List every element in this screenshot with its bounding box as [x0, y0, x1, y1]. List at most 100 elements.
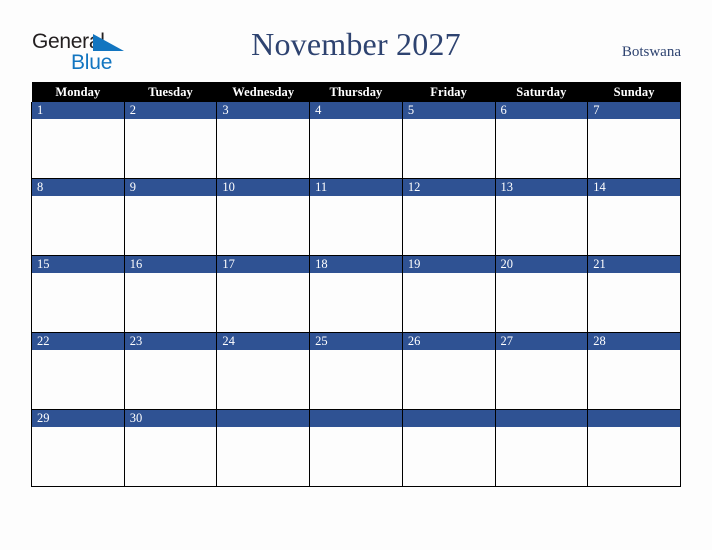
calendar-day-cell[interactable]: 28 — [587, 332, 681, 410]
day-note-area[interactable] — [495, 196, 588, 255]
day-note-area[interactable] — [588, 273, 680, 332]
calendar-day-cell[interactable]: 15 — [31, 255, 125, 333]
calendar-day-cell[interactable]: 23 — [123, 332, 218, 410]
day-number: 5 — [402, 102, 495, 119]
day-note-area[interactable] — [402, 196, 495, 255]
calendar-day-cell[interactable]: 2 — [123, 102, 218, 179]
day-note-area[interactable] — [310, 196, 402, 255]
day-header-monday: Monday — [31, 82, 125, 102]
day-note-area[interactable] — [32, 427, 124, 486]
day-number: 20 — [495, 256, 588, 273]
day-number: 13 — [495, 179, 588, 196]
calendar-day-cell[interactable]: 4 — [309, 102, 403, 179]
calendar-day-cell[interactable]: 14 — [587, 178, 681, 256]
day-note-area[interactable] — [495, 350, 588, 409]
calendar-day-cell[interactable]: 17 — [216, 255, 311, 333]
day-number: 15 — [32, 256, 124, 273]
day-note-area[interactable] — [217, 350, 310, 409]
day-header-tuesday: Tuesday — [124, 82, 217, 102]
day-note-area[interactable] — [124, 119, 217, 178]
day-number: 23 — [124, 333, 217, 350]
day-number: 10 — [217, 179, 310, 196]
calendar-day-cell[interactable]: 12 — [401, 178, 496, 256]
day-note-area[interactable] — [217, 427, 310, 486]
calendar-day-cell[interactable]: 19 — [401, 255, 496, 333]
day-note-area[interactable] — [124, 273, 217, 332]
day-note-area[interactable] — [402, 273, 495, 332]
day-number: 22 — [32, 333, 124, 350]
calendar-day-cell[interactable]: 16 — [123, 255, 218, 333]
calendar-day-cell[interactable]: 7 — [587, 102, 681, 179]
day-note-area[interactable] — [124, 196, 217, 255]
calendar-day-cell-empty[interactable] — [494, 409, 589, 487]
calendar-day-cell-empty[interactable] — [309, 409, 403, 487]
day-note-area[interactable] — [495, 119, 588, 178]
day-note-area[interactable] — [124, 350, 217, 409]
country-label: Botswana — [621, 44, 681, 60]
day-number: 14 — [588, 179, 680, 196]
calendar-day-cell[interactable]: 25 — [309, 332, 403, 410]
calendar-day-cell[interactable]: 29 — [31, 409, 125, 487]
calendar-header-row: Monday Tuesday Wednesday Thursday Friday… — [31, 82, 681, 102]
day-number: 4 — [310, 102, 402, 119]
day-header-wednesday: Wednesday — [216, 82, 310, 102]
day-note-area[interactable] — [217, 273, 310, 332]
day-note-area[interactable] — [588, 427, 680, 486]
day-note-area[interactable] — [495, 427, 588, 486]
day-number: 8 — [32, 179, 124, 196]
page-header: General Blue November 2027 Botswana — [0, 0, 712, 82]
day-note-area[interactable] — [495, 273, 588, 332]
day-note-area[interactable] — [402, 350, 495, 409]
calendar-day-cell[interactable]: 27 — [494, 332, 589, 410]
day-number: 18 — [310, 256, 402, 273]
calendar-day-cell[interactable]: 11 — [309, 178, 403, 256]
day-number: 29 — [32, 410, 124, 427]
calendar-day-cell[interactable]: 3 — [216, 102, 311, 179]
day-note-area[interactable] — [32, 350, 124, 409]
calendar-day-cell[interactable]: 8 — [31, 178, 125, 256]
day-note-area[interactable] — [310, 427, 402, 486]
calendar-day-cell[interactable]: 6 — [494, 102, 589, 179]
day-number: 28 — [588, 333, 680, 350]
calendar-day-cell[interactable]: 18 — [309, 255, 403, 333]
day-note-area[interactable] — [310, 350, 402, 409]
day-number: 9 — [124, 179, 217, 196]
day-note-area[interactable] — [32, 273, 124, 332]
calendar-day-cell[interactable]: 1 — [31, 102, 125, 179]
calendar-day-cell[interactable]: 20 — [494, 255, 589, 333]
day-header-sunday: Sunday — [587, 82, 681, 102]
day-note-area[interactable] — [32, 119, 124, 178]
calendar-day-cell[interactable]: 13 — [494, 178, 589, 256]
calendar-week-row: 22 23 24 25 26 27 28 — [31, 332, 681, 410]
calendar-day-cell[interactable]: 5 — [401, 102, 496, 179]
day-number: 21 — [588, 256, 680, 273]
day-header-saturday: Saturday — [495, 82, 588, 102]
calendar-week-row: 1 2 3 4 5 6 7 — [31, 102, 681, 179]
day-note-area[interactable] — [588, 350, 680, 409]
day-note-area[interactable] — [217, 119, 310, 178]
calendar-day-cell[interactable]: 9 — [123, 178, 218, 256]
calendar-day-cell[interactable]: 10 — [216, 178, 311, 256]
calendar-day-cell[interactable]: 22 — [31, 332, 125, 410]
calendar-day-cell[interactable]: 30 — [123, 409, 218, 487]
day-note-area[interactable] — [310, 119, 402, 178]
day-note-area[interactable] — [310, 273, 402, 332]
day-note-area[interactable] — [588, 119, 680, 178]
day-note-area[interactable] — [32, 196, 124, 255]
day-number: 19 — [402, 256, 495, 273]
day-number: 26 — [402, 333, 495, 350]
day-note-area[interactable] — [402, 119, 495, 178]
calendar-day-cell-empty[interactable] — [401, 409, 496, 487]
calendar-grid: Monday Tuesday Wednesday Thursday Friday… — [31, 82, 681, 487]
day-note-area[interactable] — [124, 427, 217, 486]
day-number: 12 — [402, 179, 495, 196]
day-note-area[interactable] — [588, 196, 680, 255]
calendar-day-cell-empty[interactable] — [216, 409, 311, 487]
calendar-day-cell[interactable]: 24 — [216, 332, 311, 410]
day-number — [217, 410, 310, 427]
day-note-area[interactable] — [217, 196, 310, 255]
calendar-day-cell-empty[interactable] — [587, 409, 681, 487]
day-note-area[interactable] — [402, 427, 495, 486]
calendar-day-cell[interactable]: 21 — [587, 255, 681, 333]
calendar-day-cell[interactable]: 26 — [401, 332, 496, 410]
